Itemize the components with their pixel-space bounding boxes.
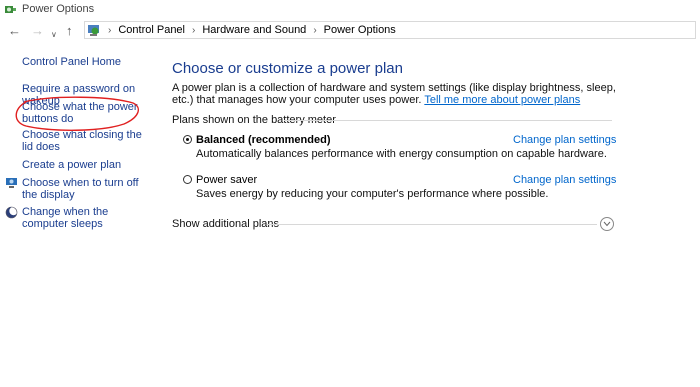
plan-balanced-description: Automatically balances performance with … bbox=[196, 148, 607, 160]
title-bar: Power Options bbox=[0, 0, 700, 20]
expand-chevron-icon[interactable] bbox=[600, 217, 614, 231]
sidebar-computer-sleeps[interactable]: Change when the computer sleeps bbox=[22, 206, 152, 230]
plan-power-saver-label[interactable]: Power saver bbox=[196, 174, 257, 186]
address-bar[interactable]: › Control Panel › Hardware and Sound › P… bbox=[84, 21, 696, 39]
learn-more-link[interactable]: Tell me more about power plans bbox=[424, 94, 580, 106]
forward-arrow-icon[interactable]: → bbox=[31, 23, 44, 39]
display-icon bbox=[6, 178, 17, 188]
plan-power-saver-radio[interactable] bbox=[183, 175, 192, 184]
back-arrow-icon[interactable]: ← bbox=[8, 23, 21, 39]
breadcrumb-separator: › bbox=[313, 24, 317, 36]
plan-power-saver-change-settings-link[interactable]: Change plan settings bbox=[513, 174, 616, 186]
sleep-moon-icon bbox=[5, 206, 18, 219]
breadcrumb-separator: › bbox=[108, 24, 112, 36]
breadcrumb-hardware-and-sound[interactable]: Hardware and Sound bbox=[202, 24, 306, 36]
sidebar-turn-off-display[interactable]: Choose when to turn off the display bbox=[22, 177, 152, 201]
up-arrow-icon[interactable]: ↑ bbox=[66, 23, 73, 39]
control-panel-icon bbox=[88, 25, 99, 36]
annotation-circle bbox=[15, 96, 140, 131]
page-description: A power plan is a collection of hardware… bbox=[172, 82, 622, 106]
plan-balanced-label[interactable]: Balanced (recommended) bbox=[196, 134, 330, 146]
sidebar-closing-lid[interactable]: Choose what closing the lid does bbox=[22, 129, 152, 153]
recent-locations-chevron-icon[interactable]: ∨ bbox=[51, 27, 57, 43]
section-divider bbox=[284, 120, 612, 121]
breadcrumb-control-panel[interactable]: Control Panel bbox=[118, 24, 185, 36]
plan-balanced-radio[interactable] bbox=[183, 135, 192, 144]
window-title: Power Options bbox=[22, 3, 95, 15]
power-options-icon bbox=[5, 6, 16, 13]
page-title: Choose or customize a power plan bbox=[172, 60, 403, 77]
breadcrumb-power-options[interactable]: Power Options bbox=[324, 24, 396, 36]
navigation-bar: ← → ∨ ↑ › Control Panel › Hardware and S… bbox=[0, 20, 700, 42]
breadcrumb-separator: › bbox=[192, 24, 196, 36]
sidebar-control-panel-home[interactable]: Control Panel Home bbox=[22, 56, 152, 68]
show-additional-plans-label[interactable]: Show additional plans bbox=[172, 218, 279, 230]
show-more-divider bbox=[267, 224, 597, 225]
plan-power-saver-description: Saves energy by reducing your computer's… bbox=[196, 188, 549, 200]
plan-balanced-change-settings-link[interactable]: Change plan settings bbox=[513, 134, 616, 146]
sidebar-create-power-plan[interactable]: Create a power plan bbox=[22, 159, 152, 171]
